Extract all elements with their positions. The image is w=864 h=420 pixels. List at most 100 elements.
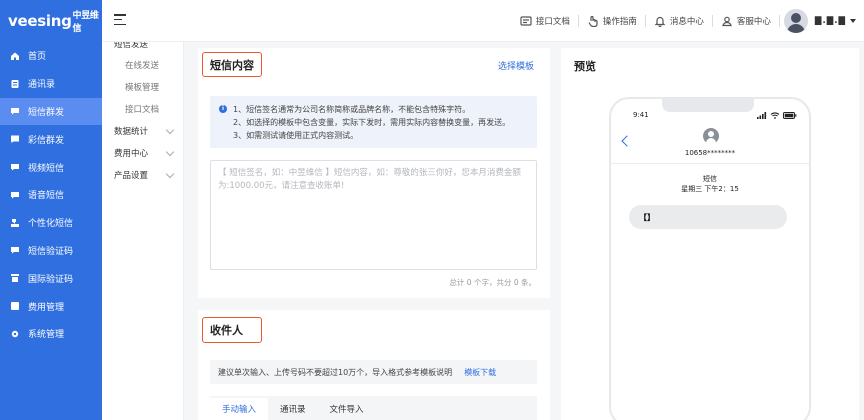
subnav-header[interactable]: 短信发送 [102, 42, 183, 50]
wifi-icon [770, 112, 780, 119]
user-name[interactable]: ▇.▇.▇ [815, 16, 846, 26]
chevron-down-icon [165, 125, 175, 134]
subnav-group-stats[interactable]: 数据统计 [102, 120, 183, 142]
tab-file-import[interactable]: 文件导入 [318, 398, 376, 420]
recipient-notice: 建议单次输入、上传号码不要超过10万个，导入格式参考模板说明 模板下载 [210, 360, 537, 384]
billing-icon [10, 301, 20, 311]
sidebar-item[interactable]: 个性化短信 [0, 209, 102, 237]
top-nav: 接口文档 操作指南 消息中心 客服中心 ▇.▇.▇ [512, 0, 856, 42]
message-bubble: 【】 [629, 205, 787, 229]
menu-toggle-icon[interactable] [114, 14, 126, 29]
sidebar-item[interactable]: 通讯录 [0, 70, 102, 98]
tip-line: 2、如选择的模板中包含变量，实际下发时，需用实际内容替换变量，再发送。 [233, 118, 511, 127]
logo-sub-text: 中昱维信 [72, 11, 99, 34]
top-header: 接口文档 操作指南 消息中心 客服中心 ▇.▇.▇ [102, 0, 864, 42]
status-icons [757, 112, 797, 119]
topnav-label: 接口文档 [535, 17, 570, 27]
back-icon[interactable] [621, 135, 633, 147]
topnav-label: 客服中心 [736, 17, 771, 27]
sidebar-item-label: 首页 [28, 52, 47, 63]
tip-line: 1、短信签名通常为公司名称简称或品牌名称，不能包含特殊字符。 [233, 105, 471, 114]
voice-sms-icon [10, 190, 20, 200]
sms-content-textarea[interactable]: 【 短信签名，如：中昱维信 】短信内容，如：尊敬的张三你好，您本月消费金额为:1… [210, 160, 537, 270]
sidebar-item-label: 彩信群发 [28, 135, 65, 146]
subnav-link-template-mgmt[interactable]: 模板管理 [102, 76, 183, 98]
topnav-api-doc[interactable]: 接口文档 [512, 15, 579, 27]
template-download-link[interactable]: 模板下载 [464, 367, 496, 378]
sidebar-item-label: 系统管理 [28, 330, 65, 341]
chevron-down-icon [165, 169, 175, 178]
intl-code-icon [10, 273, 20, 283]
topnav-label: 消息中心 [669, 17, 704, 27]
sidebar-item-label: 个性化短信 [28, 219, 74, 230]
sidebar-item[interactable]: 语音短信 [0, 181, 102, 209]
subnav-group-billing[interactable]: 费用中心 [102, 142, 183, 164]
subnav-group-product[interactable]: 产品设置 [102, 164, 183, 186]
chat-header: 10658******** [611, 123, 809, 164]
sms-icon [10, 106, 20, 116]
phone-notch [662, 99, 754, 112]
message-datetime: 星期三 下午2：15 [681, 185, 739, 193]
guide-icon [588, 15, 598, 27]
personalized-sms-icon [10, 218, 20, 228]
sidebar-item[interactable]: 系统管理 [0, 320, 102, 348]
logo-text: veesing [8, 12, 72, 30]
chevron-down-icon [165, 147, 175, 156]
sidebar-item[interactable]: 首页 [0, 42, 102, 70]
sidebar-item-label: 语音短信 [28, 191, 65, 202]
sidebar-item-label: 短信验证码 [28, 246, 74, 257]
topnav-support[interactable]: 客服中心 [713, 15, 780, 27]
user-avatar[interactable] [783, 9, 808, 33]
subnav-link-api-doc[interactable]: 接口文档 [102, 98, 183, 120]
message-kind: 短信 [703, 175, 717, 183]
user-caret-icon[interactable] [850, 19, 856, 23]
subnav-link-online-send[interactable]: 在线发送 [102, 54, 183, 76]
api-doc-icon [520, 16, 532, 26]
recipient-title: 收件人 [202, 317, 262, 343]
sidebar-item[interactable]: 费用管理 [0, 292, 102, 320]
support-icon [722, 16, 732, 27]
tips-panel: i 1、短信签名通常为公司名称简称或品牌名称，不能包含特殊字符。 2、如选择的模… [210, 96, 537, 148]
tab-contacts[interactable]: 通讯录 [268, 398, 318, 420]
sidebar-item-label: 短信群发 [28, 107, 65, 118]
sidebar-item-label: 通讯录 [28, 80, 56, 91]
sidebar-item[interactable]: 国际验证码 [0, 264, 102, 292]
subnav-header-label: 短信发送 [114, 42, 149, 50]
mms-icon [10, 134, 20, 144]
info-icon: i [219, 105, 227, 113]
sidebar-item[interactable]: 短信群发 [0, 97, 102, 126]
subnav-group-label: 费用中心 [114, 149, 149, 159]
sidebar-item-label: 视频短信 [28, 163, 65, 174]
battery-icon [783, 112, 797, 119]
sidebar-item[interactable]: 短信验证码 [0, 237, 102, 265]
subnav-group-label: 数据统计 [114, 127, 149, 137]
char-counter: 总计 0 个字，共分 0 条。 [449, 278, 536, 287]
tab-manual-input[interactable]: 手动输入 [210, 398, 269, 420]
sender-number: 10658******** [684, 149, 736, 157]
brand-logo[interactable]: veesing 中昱维信 [0, 0, 102, 42]
tip-line: 3、如需测试请使用正式内容测试。 [233, 131, 359, 140]
sidebar-item-label: 国际验证码 [28, 274, 74, 285]
select-template-link[interactable]: 选择模板 [498, 59, 534, 72]
notice-text: 建议单次输入、上传号码不要超过10万个，导入格式参考模板说明 [218, 367, 453, 377]
settings-icon [10, 329, 20, 339]
sidebar-item-label: 费用管理 [28, 302, 65, 313]
topnav-messages[interactable]: 消息中心 [646, 15, 713, 27]
sidebar-item[interactable]: 视频短信 [0, 153, 102, 181]
main-sidebar: veesing 中昱维信 首页通讯录短信群发彩信群发视频短信语音短信个性化短信短信… [0, 0, 102, 420]
topnav-label: 操作指南 [602, 17, 637, 27]
recipient-tabs: 手动输入 通讯录 文件导入 [210, 396, 537, 420]
phone-mockup: 9:41 10658******** 短信 星期三 下午2：15 【】 [609, 97, 811, 420]
signal-icon [757, 112, 767, 119]
topnav-guide[interactable]: 操作指南 [579, 15, 646, 27]
sidebar-item[interactable]: 彩信群发 [0, 125, 102, 153]
status-time: 9:41 [633, 111, 649, 119]
contacts-icon [10, 79, 20, 89]
contact-avatar-icon [703, 128, 719, 144]
video-sms-icon [10, 162, 20, 172]
subnav-group-label: 产品设置 [114, 171, 149, 181]
sub-sidebar: 短信发送 在线发送 模板管理 接口文档 数据统计 费用中心 产品设置 [102, 42, 184, 420]
preview-title: 预览 [574, 60, 596, 73]
bell-icon [654, 16, 666, 27]
home-icon [10, 51, 20, 61]
